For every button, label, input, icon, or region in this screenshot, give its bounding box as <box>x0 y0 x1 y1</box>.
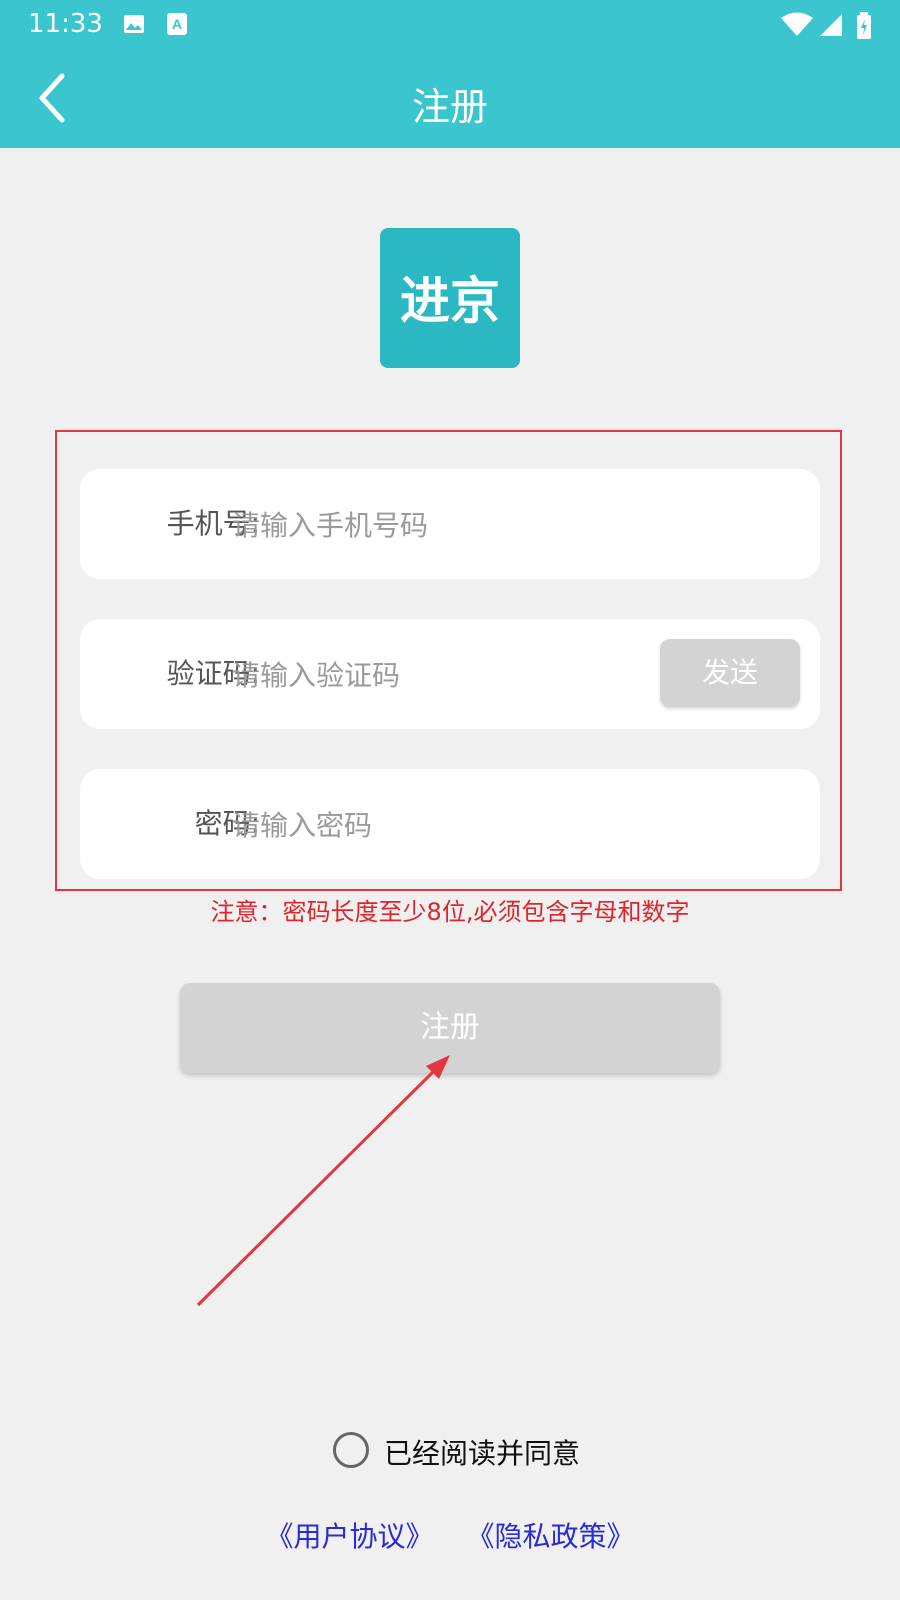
image-icon <box>124 15 144 33</box>
agree-radio[interactable] <box>333 1432 369 1468</box>
page-title: 注册 <box>411 85 488 129</box>
status-time: 11:33 <box>28 9 103 39</box>
password-field: 密码: <box>80 769 820 879</box>
code-field: 验证码: 发送 <box>80 619 820 729</box>
wifi-icon <box>781 12 813 36</box>
send-code-button[interactable]: 发送 <box>660 639 800 707</box>
app-logo: 进京 <box>380 228 520 368</box>
signal-icon <box>820 14 842 36</box>
user-agreement-link[interactable]: 《用户协议》 <box>266 1520 434 1553</box>
register-button[interactable]: 注册 <box>180 983 720 1073</box>
code-input[interactable] <box>230 644 634 706</box>
status-bar: 11:33 A <box>0 0 900 48</box>
phone-field: 手机号: <box>80 469 820 579</box>
battery-icon <box>857 12 871 39</box>
agreement-links: 《用户协议》 《隐私政策》 <box>0 1515 900 1555</box>
privacy-policy-link[interactable]: 《隐私政策》 <box>466 1520 634 1553</box>
app-bar: 注册 <box>0 48 900 148</box>
password-input[interactable] <box>230 794 654 856</box>
logo-text: 进京 <box>400 271 500 330</box>
agree-text: 已经阅读并同意 <box>384 1437 581 1470</box>
svg-text:A: A <box>172 16 182 32</box>
phone-input[interactable] <box>230 494 654 556</box>
password-warning: 注意：密码长度至少8位,必须包含字母和数字 <box>210 898 690 926</box>
a-icon: A <box>167 13 187 35</box>
